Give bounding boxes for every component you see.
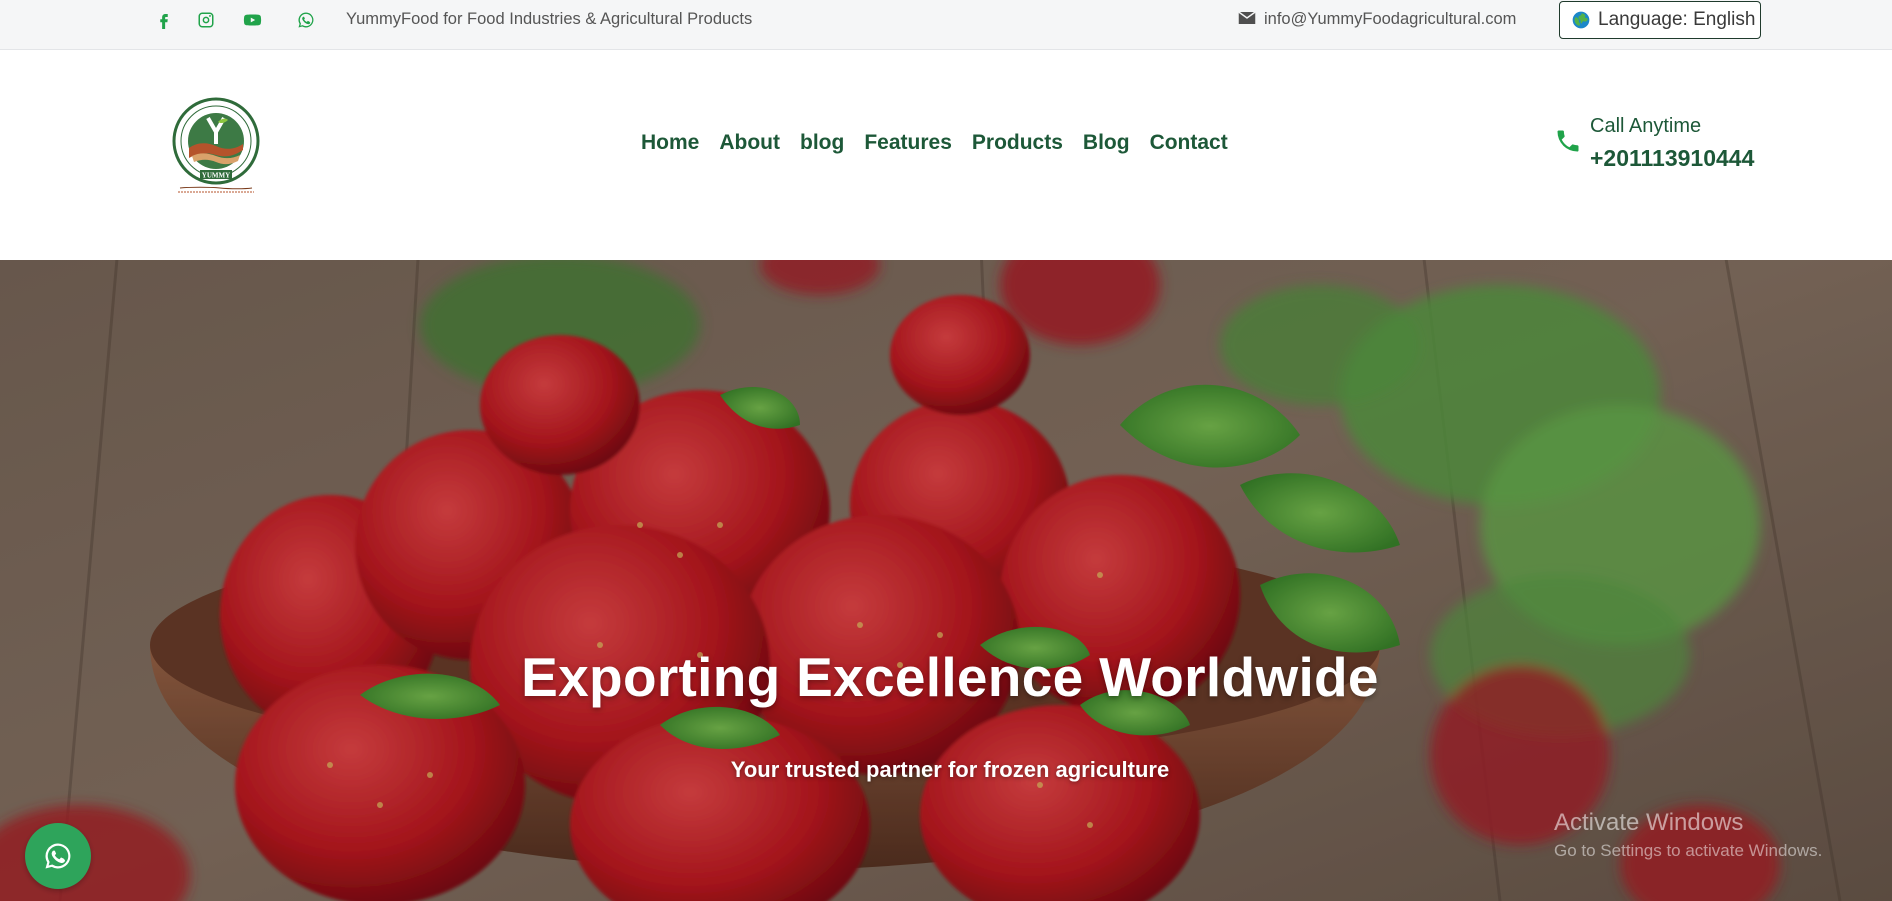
strawberry-bowl-image bbox=[0, 225, 1892, 901]
nav-home[interactable]: Home bbox=[641, 131, 699, 155]
windows-activation-hint: Go to Settings to activate Windows. bbox=[1554, 841, 1823, 860]
nav-blog-lower[interactable]: blog bbox=[800, 131, 844, 155]
nav-about[interactable]: About bbox=[719, 131, 780, 155]
call-anytime-label: Call Anytime bbox=[1590, 115, 1702, 137]
whatsapp-icon bbox=[45, 843, 71, 869]
globe-icon bbox=[1572, 11, 1590, 29]
language-label: Language: English bbox=[1598, 9, 1756, 30]
yummy-logo[interactable]: YUMMY bbox=[170, 96, 262, 198]
nav-blog[interactable]: Blog bbox=[1083, 131, 1130, 155]
envelope-icon bbox=[1238, 11, 1256, 25]
logo-text: YUMMY bbox=[202, 172, 230, 180]
windows-activation-title: Activate Windows bbox=[1554, 809, 1744, 836]
phone-icon bbox=[1554, 127, 1582, 155]
hero-banner: Exporting Excellence Worldwide Your trus… bbox=[0, 225, 1892, 901]
phone-number-link[interactable]: +201113910444 bbox=[1590, 145, 1754, 172]
nav-contact[interactable]: Contact bbox=[1150, 131, 1228, 155]
hero-subtitle: Your trusted partner for frozen agricult… bbox=[730, 757, 1170, 782]
contact-email-link[interactable]: info@YummyFoodagricultural.com bbox=[1264, 10, 1516, 29]
language-selector[interactable]: Language: English bbox=[1559, 1, 1761, 39]
nav-products[interactable]: Products bbox=[972, 131, 1063, 155]
facebook-icon[interactable] bbox=[154, 10, 174, 30]
hero-title: Exporting Excellence Worldwide bbox=[521, 646, 1379, 708]
instagram-icon[interactable] bbox=[196, 10, 216, 30]
torn-paper-divider bbox=[0, 225, 1892, 248]
whatsapp-chat-button[interactable] bbox=[25, 823, 91, 889]
whatsapp-icon[interactable] bbox=[296, 10, 316, 30]
main-navigation: Home About blog Features Products Blog C… bbox=[641, 131, 1248, 155]
top-bar: YummyFood for Food Industries & Agricult… bbox=[0, 0, 1892, 50]
youtube-icon[interactable] bbox=[241, 10, 263, 30]
site-tagline: YummyFood for Food Industries & Agricult… bbox=[346, 10, 753, 28]
nav-features[interactable]: Features bbox=[864, 131, 952, 155]
